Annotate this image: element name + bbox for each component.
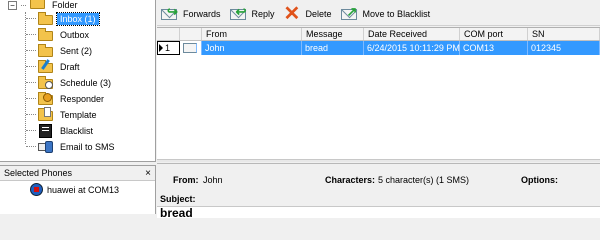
column-header-row-indicator	[157, 28, 180, 40]
close-icon[interactable]: ×	[145, 166, 151, 181]
tree-item-blacklist[interactable]: Blacklist	[26, 123, 96, 138]
tree-item-outbox[interactable]: Outbox	[26, 27, 92, 42]
from-label: From:	[173, 175, 199, 185]
column-header-sn[interactable]: SN	[528, 28, 600, 40]
tree-item-inbox[interactable]: Inbox (1)	[26, 11, 100, 26]
column-header-icon	[180, 28, 202, 40]
schedule-icon	[38, 75, 54, 90]
tree-item-label: Draft	[60, 61, 80, 72]
tree-item-label: Sent (2)	[60, 45, 93, 56]
tree-item-label: Inbox (1)	[56, 11, 100, 26]
move-to-blacklist-button[interactable]: ↗ Move to Blacklist	[339, 3, 436, 25]
reply-mail-icon: ↩	[229, 5, 249, 23]
outbox-icon	[38, 27, 54, 42]
row-indicator: 1	[157, 41, 180, 55]
tree-item-label: Email to SMS	[60, 141, 115, 152]
characters-value: 5 character(s) (1 SMS)	[378, 175, 470, 185]
message-body[interactable]: bread	[157, 206, 600, 220]
characters-label: Characters:	[325, 175, 376, 185]
template-icon	[38, 106, 54, 122]
folder-tree: − Folder Inbox (1) Outbox Sent (2) Draft	[0, 0, 156, 162]
cell-sn: 012345	[528, 41, 600, 55]
current-row-icon	[159, 44, 163, 52]
tree-item-label: Blacklist	[60, 125, 94, 136]
inbox-icon	[38, 11, 54, 26]
phone-label: huawei at COM13	[47, 184, 120, 195]
tree-item-responder[interactable]: Responder	[26, 91, 107, 106]
reply-button[interactable]: ↩ Reply	[228, 3, 280, 25]
tree-item-schedule[interactable]: Schedule (3)	[26, 75, 114, 90]
draft-icon	[38, 58, 54, 74]
responder-icon	[38, 91, 54, 106]
grid-header: From Message Date Received COM port SN	[157, 28, 600, 41]
column-header-date-received[interactable]: Date Received	[364, 28, 460, 40]
cell-message: bread	[302, 41, 364, 55]
tree-item-label: Responder	[60, 93, 105, 104]
phone-item[interactable]: huawei at COM13	[0, 183, 155, 196]
from-value: John	[203, 175, 223, 185]
app-window: − Folder Inbox (1) Outbox Sent (2) Draft	[0, 0, 600, 220]
phone-icon	[30, 183, 43, 196]
forward-mail-icon: ↪	[160, 5, 180, 23]
delete-button[interactable]: ✕ Delete	[282, 3, 337, 25]
tree-item-label: Outbox	[60, 29, 90, 40]
column-header-from[interactable]: From	[202, 28, 302, 40]
tree-root-label: Folder	[52, 0, 78, 10]
collapse-toggle[interactable]: −	[8, 0, 17, 10]
tree-item-label: Template	[60, 109, 97, 120]
toolbar: ↪ Forwards ↩ Reply ✕ Delete ↗ Move to Bl…	[157, 2, 600, 26]
message-body-text: bread	[160, 206, 193, 220]
blacklist-mail-icon: ↗	[340, 5, 360, 23]
delete-icon: ✕	[283, 2, 301, 25]
message-grid: From Message Date Received COM port SN 1…	[157, 27, 600, 159]
column-header-com-port[interactable]: COM port	[460, 28, 528, 40]
cell-date-received: 6/24/2015 10:11:29 PM	[364, 41, 460, 55]
column-header-message[interactable]: Message	[302, 28, 364, 40]
tree-item-label: Schedule (3)	[60, 77, 112, 88]
subject-label: Subject:	[160, 194, 196, 204]
table-row[interactable]: 1 John bread 6/24/2015 10:11:29 PM COM13…	[157, 41, 600, 55]
splitter[interactable]	[157, 159, 600, 162]
cell-from: John	[202, 41, 302, 55]
sent-icon	[38, 43, 54, 58]
selected-phones-header: Selected Phones ×	[0, 166, 155, 181]
selected-phones-panel: Selected Phones × huawei at COM13	[0, 165, 156, 214]
tree-root-folder[interactable]: − Folder	[8, 0, 81, 10]
options-label: Options:	[521, 175, 558, 185]
cell-com-port: COM13	[460, 41, 528, 55]
message-type-cell	[180, 41, 202, 55]
email-to-sms-icon	[38, 140, 54, 154]
tree-item-sent[interactable]: Sent (2)	[26, 43, 95, 58]
tree-item-email-to-sms[interactable]: Email to SMS	[26, 139, 118, 154]
blacklist-icon	[38, 123, 54, 138]
tree-item-template[interactable]: Template	[26, 106, 100, 122]
mail-icon	[183, 43, 197, 53]
folder-icon	[30, 0, 46, 10]
message-detail: From: John Characters: 5 character(s) (1…	[157, 163, 600, 220]
tree-item-draft[interactable]: Draft	[26, 58, 83, 74]
forwards-button[interactable]: ↪ Forwards	[159, 3, 226, 25]
